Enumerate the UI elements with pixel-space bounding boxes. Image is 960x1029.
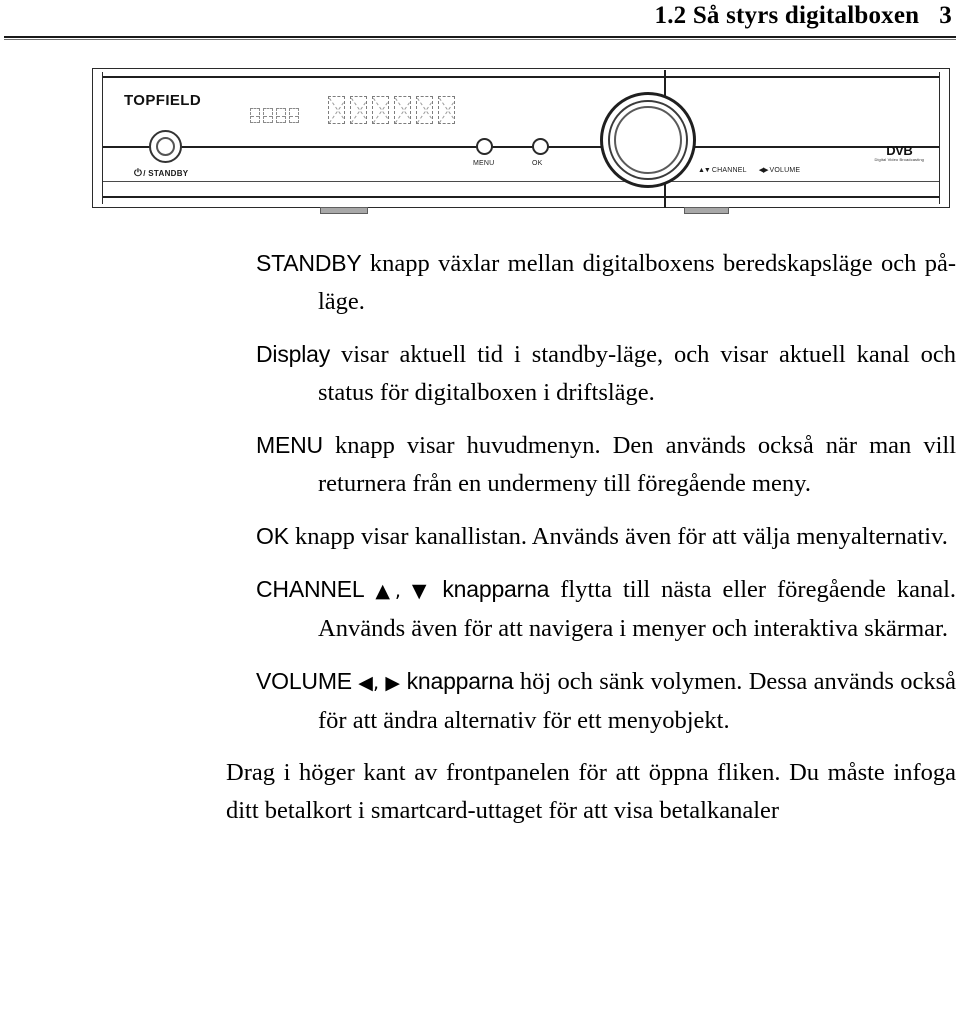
channel-arrows-icon: ▲▼ (698, 167, 711, 174)
topfield-brand-logo: TOPFIELD (124, 92, 202, 109)
page-title: 1.2 Så styrs digitalboxen (654, 2, 920, 29)
header-divider (4, 36, 956, 40)
paragraph-volume: VOLUME ◀, ▶ knapparna höj och sänk volym… (226, 662, 956, 740)
dvb-logo-mark: DVB (886, 143, 913, 158)
paragraph-channel-knapparna: knapparna (431, 576, 550, 602)
dvb-logo: DVB Digital Video Broadcasting (875, 144, 924, 162)
led-character (416, 96, 433, 124)
channel-updown-arrows-icon: ▲, ▼ (364, 580, 432, 602)
volume-arrows-icon: ◀▶ (758, 167, 769, 174)
paragraph-channel: CHANNEL ▲, ▼ knapparna flytta till nästa… (226, 570, 956, 648)
paragraph-standby-text: knapp växlar mellan digitalboxens bereds… (318, 250, 956, 315)
paragraph-smartcard-text: Drag i höger kant av frontpanelen för at… (226, 759, 956, 824)
chassis-foot-right (684, 207, 729, 214)
led-digit (276, 108, 286, 123)
jog-dial[interactable] (600, 92, 696, 188)
volume-label: VOLUME (769, 167, 801, 174)
chassis-foot-left (320, 207, 368, 214)
paragraph-standby: STANDBY knapp växlar mellan digitalboxen… (226, 244, 956, 321)
led-digit (289, 108, 299, 123)
led-digit (250, 108, 260, 123)
keyword-menu: MENU (256, 432, 323, 458)
menu-button-label: MENU (473, 160, 495, 167)
paragraph-volume-knapparna: knapparna (400, 668, 514, 694)
led-character (350, 96, 367, 124)
jog-dial-labels: ▲▼ CHANNEL ◀▶ VOLUME (698, 166, 800, 174)
keyword-volume: VOLUME (256, 668, 352, 694)
paragraph-menu-text: knapp visar huvudmenyn. Den används ocks… (318, 432, 956, 497)
standby-button-label: ⏻/ STANDBY (134, 168, 188, 179)
ok-button-label: OK (532, 160, 543, 167)
chassis-left-bevel (96, 72, 103, 204)
paragraph-menu: MENU knapp visar huvudmenyn. Den används… (226, 426, 956, 503)
paragraph-ok: OK knapp visar kanallistan. Används även… (226, 517, 956, 556)
paragraph-display: Display visar aktuell tid i standby-läge… (226, 335, 956, 412)
led-character (372, 96, 389, 124)
standby-label-text: / STANDBY (143, 169, 189, 178)
channel-label: CHANNEL (711, 167, 747, 174)
dvb-logo-subtext: Digital Video Broadcasting (874, 157, 924, 162)
chassis-right-bevel (939, 72, 946, 204)
volume-leftright-arrows-icon: ◀, ▶ (351, 672, 401, 694)
header-line: 1.2 Så styrs digitalboxen 3 (655, 2, 952, 30)
led-clock-display (250, 108, 299, 123)
paragraph-display-text: visar aktuell tid i standby-läge, och vi… (318, 341, 956, 406)
front-face-panel (103, 76, 939, 198)
keyword-channel: CHANNEL (256, 576, 365, 602)
keyword-standby: STANDBY (256, 250, 362, 276)
led-character (394, 96, 411, 124)
menu-button[interactable] (476, 138, 493, 155)
keyword-display: Display (256, 341, 331, 367)
body-text-column: STANDBY knapp växlar mellan digitalboxen… (226, 244, 956, 844)
page-header: 1.2 Så styrs digitalboxen 3 (0, 0, 960, 42)
standby-button[interactable] (149, 130, 182, 163)
panel-flap-divider (103, 181, 939, 182)
paragraph-smartcard: Drag i höger kant av frontpanelen för at… (226, 754, 956, 830)
panel-mid-divider (103, 146, 939, 148)
page-number: 3 (939, 2, 952, 29)
ok-button[interactable] (532, 138, 549, 155)
led-digit (263, 108, 273, 123)
led-alphanumeric-display (328, 96, 455, 124)
keyword-ok: OK (256, 523, 289, 549)
receiver-front-panel-figure: TOPFIELD ⏻/ STANDBY MENU OK ▲▼ CHANNEL ◀▶ V… (92, 68, 950, 214)
led-character (328, 96, 345, 124)
power-icon: ⏻ (134, 168, 143, 179)
paragraph-ok-text: knapp visar kanallistan. Används även fö… (288, 523, 948, 550)
led-character (438, 96, 455, 124)
